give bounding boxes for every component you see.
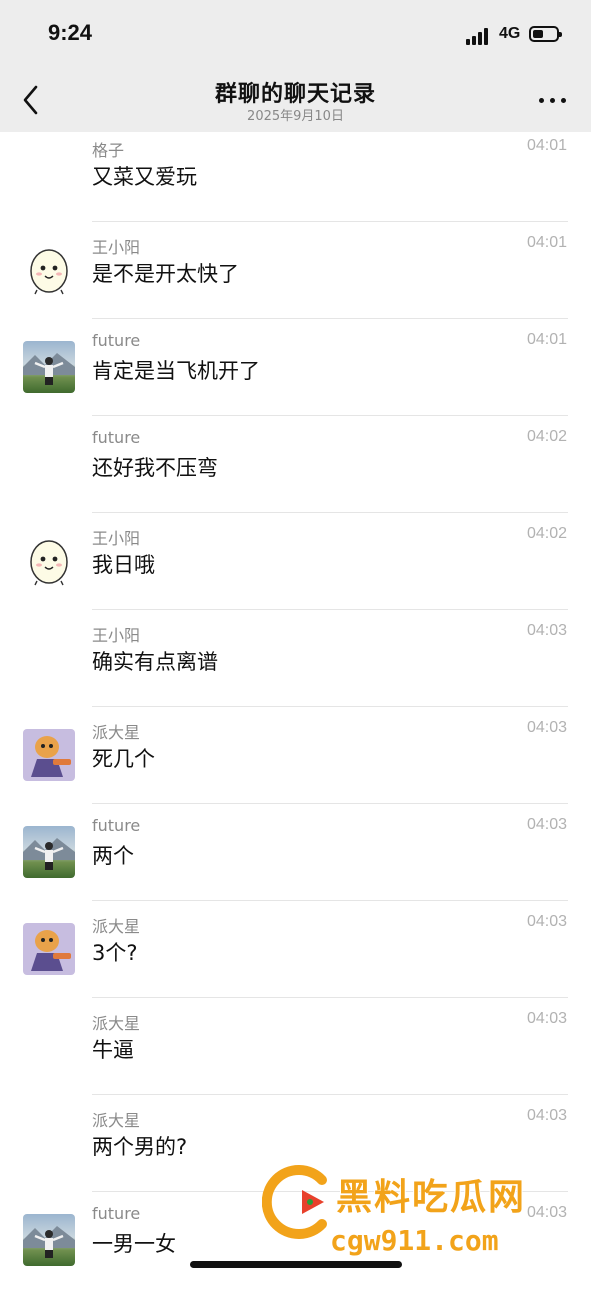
signal-icon [466, 27, 494, 45]
message-time: 04:03 [526, 1107, 567, 1124]
cartoon-avatar-icon [31, 930, 71, 971]
message-time: 04:03 [526, 1010, 567, 1027]
message-time: 04:01 [526, 234, 567, 251]
message-time: 04:03 [526, 719, 567, 736]
avatar[interactable] [23, 826, 75, 878]
message-text: 3个? [92, 941, 138, 965]
list-item[interactable]: 王小阳 04:03 确实有点离谱 [0, 610, 591, 707]
sender-name: 格子 [92, 141, 125, 160]
sender-name: 派大星 [92, 723, 141, 742]
person-avatar-icon [23, 1226, 75, 1258]
message-text: 死几个 [92, 747, 155, 771]
sender-name: 派大星 [92, 917, 141, 936]
nav-bar: 群聊的聊天记录 2025年9月10日 [0, 70, 591, 132]
avatar[interactable] [23, 341, 75, 393]
list-item[interactable]: 派大星 04:03 死几个 [0, 707, 591, 804]
person-avatar-icon [23, 353, 75, 385]
more-dots-icon [539, 98, 544, 103]
status-bar: 9:24 4G [0, 0, 591, 70]
list-item[interactable]: future 04:01 肯定是当飞机开了 [0, 319, 591, 416]
sender-name: future [92, 428, 141, 447]
sender-name: 王小阳 [92, 238, 141, 257]
person-avatar-icon [23, 838, 75, 870]
page-title: 群聊的聊天记录 [214, 82, 376, 107]
avatar[interactable] [23, 923, 75, 975]
message-time: 04:01 [526, 331, 567, 348]
avatar[interactable] [23, 244, 75, 296]
battery-fill [533, 30, 543, 38]
message-text: 又菜又爱玩 [92, 165, 197, 189]
list-item[interactable]: 派大星 04:03 牛逼 [0, 998, 591, 1095]
page-subtitle: 2025年9月10日 [247, 109, 344, 124]
message-text: 我日哦 [92, 553, 155, 577]
message-time: 04:01 [526, 137, 567, 154]
message-time: 04:03 [526, 816, 567, 833]
egg-avatar-icon [30, 249, 68, 295]
sender-name: future [92, 1204, 141, 1223]
list-item[interactable]: 王小阳 04:01 是不是开太快了 [0, 222, 591, 319]
avatar[interactable] [23, 729, 75, 781]
watermark-logo-icon [261, 1165, 327, 1239]
message-text: 肯定是当飞机开了 [92, 359, 260, 383]
egg-avatar-icon [30, 540, 68, 586]
message-time: 04:02 [526, 525, 567, 542]
watermark-text: 黑料吃瓜网 [336, 1177, 527, 1218]
sender-name: 王小阳 [92, 529, 141, 548]
sender-name: 派大星 [92, 1014, 141, 1033]
cartoon-avatar-icon [31, 736, 71, 777]
message-text: 还好我不压弯 [92, 456, 218, 480]
avatar[interactable] [23, 1214, 75, 1266]
list-item[interactable]: 格子 04:01 又菜又爱玩 [0, 125, 591, 222]
home-indicator[interactable] [190, 1261, 402, 1268]
sender-name: 派大星 [92, 1111, 141, 1130]
sender-name: future [92, 816, 141, 835]
message-text: 是不是开太快了 [92, 262, 239, 286]
message-time: 04:03 [526, 1204, 567, 1221]
message-text: 两个男的? [92, 1135, 188, 1159]
list-item[interactable]: 派大星 04:03 3个? [0, 901, 591, 998]
message-text: 一男一女 [92, 1232, 176, 1256]
message-time: 04:03 [526, 622, 567, 639]
sender-name: future [92, 331, 141, 350]
message-time: 04:02 [526, 428, 567, 445]
list-item[interactable]: 王小阳 04:02 我日哦 [0, 513, 591, 610]
sender-name: 王小阳 [92, 626, 141, 645]
message-time: 04:03 [526, 913, 567, 930]
network-type: 4G [499, 25, 521, 42]
message-text: 两个 [92, 844, 134, 868]
message-text: 确实有点离谱 [92, 650, 218, 674]
avatar[interactable] [23, 535, 75, 587]
message-text: 牛逼 [92, 1038, 134, 1062]
watermark-url: cgw911.com [330, 1224, 499, 1257]
more-button[interactable] [537, 86, 569, 114]
battery-icon [529, 26, 562, 42]
status-time: 9:24 [48, 20, 93, 45]
list-item[interactable]: future 04:03 两个 [0, 804, 591, 901]
list-item[interactable]: future 04:02 还好我不压弯 [0, 416, 591, 513]
